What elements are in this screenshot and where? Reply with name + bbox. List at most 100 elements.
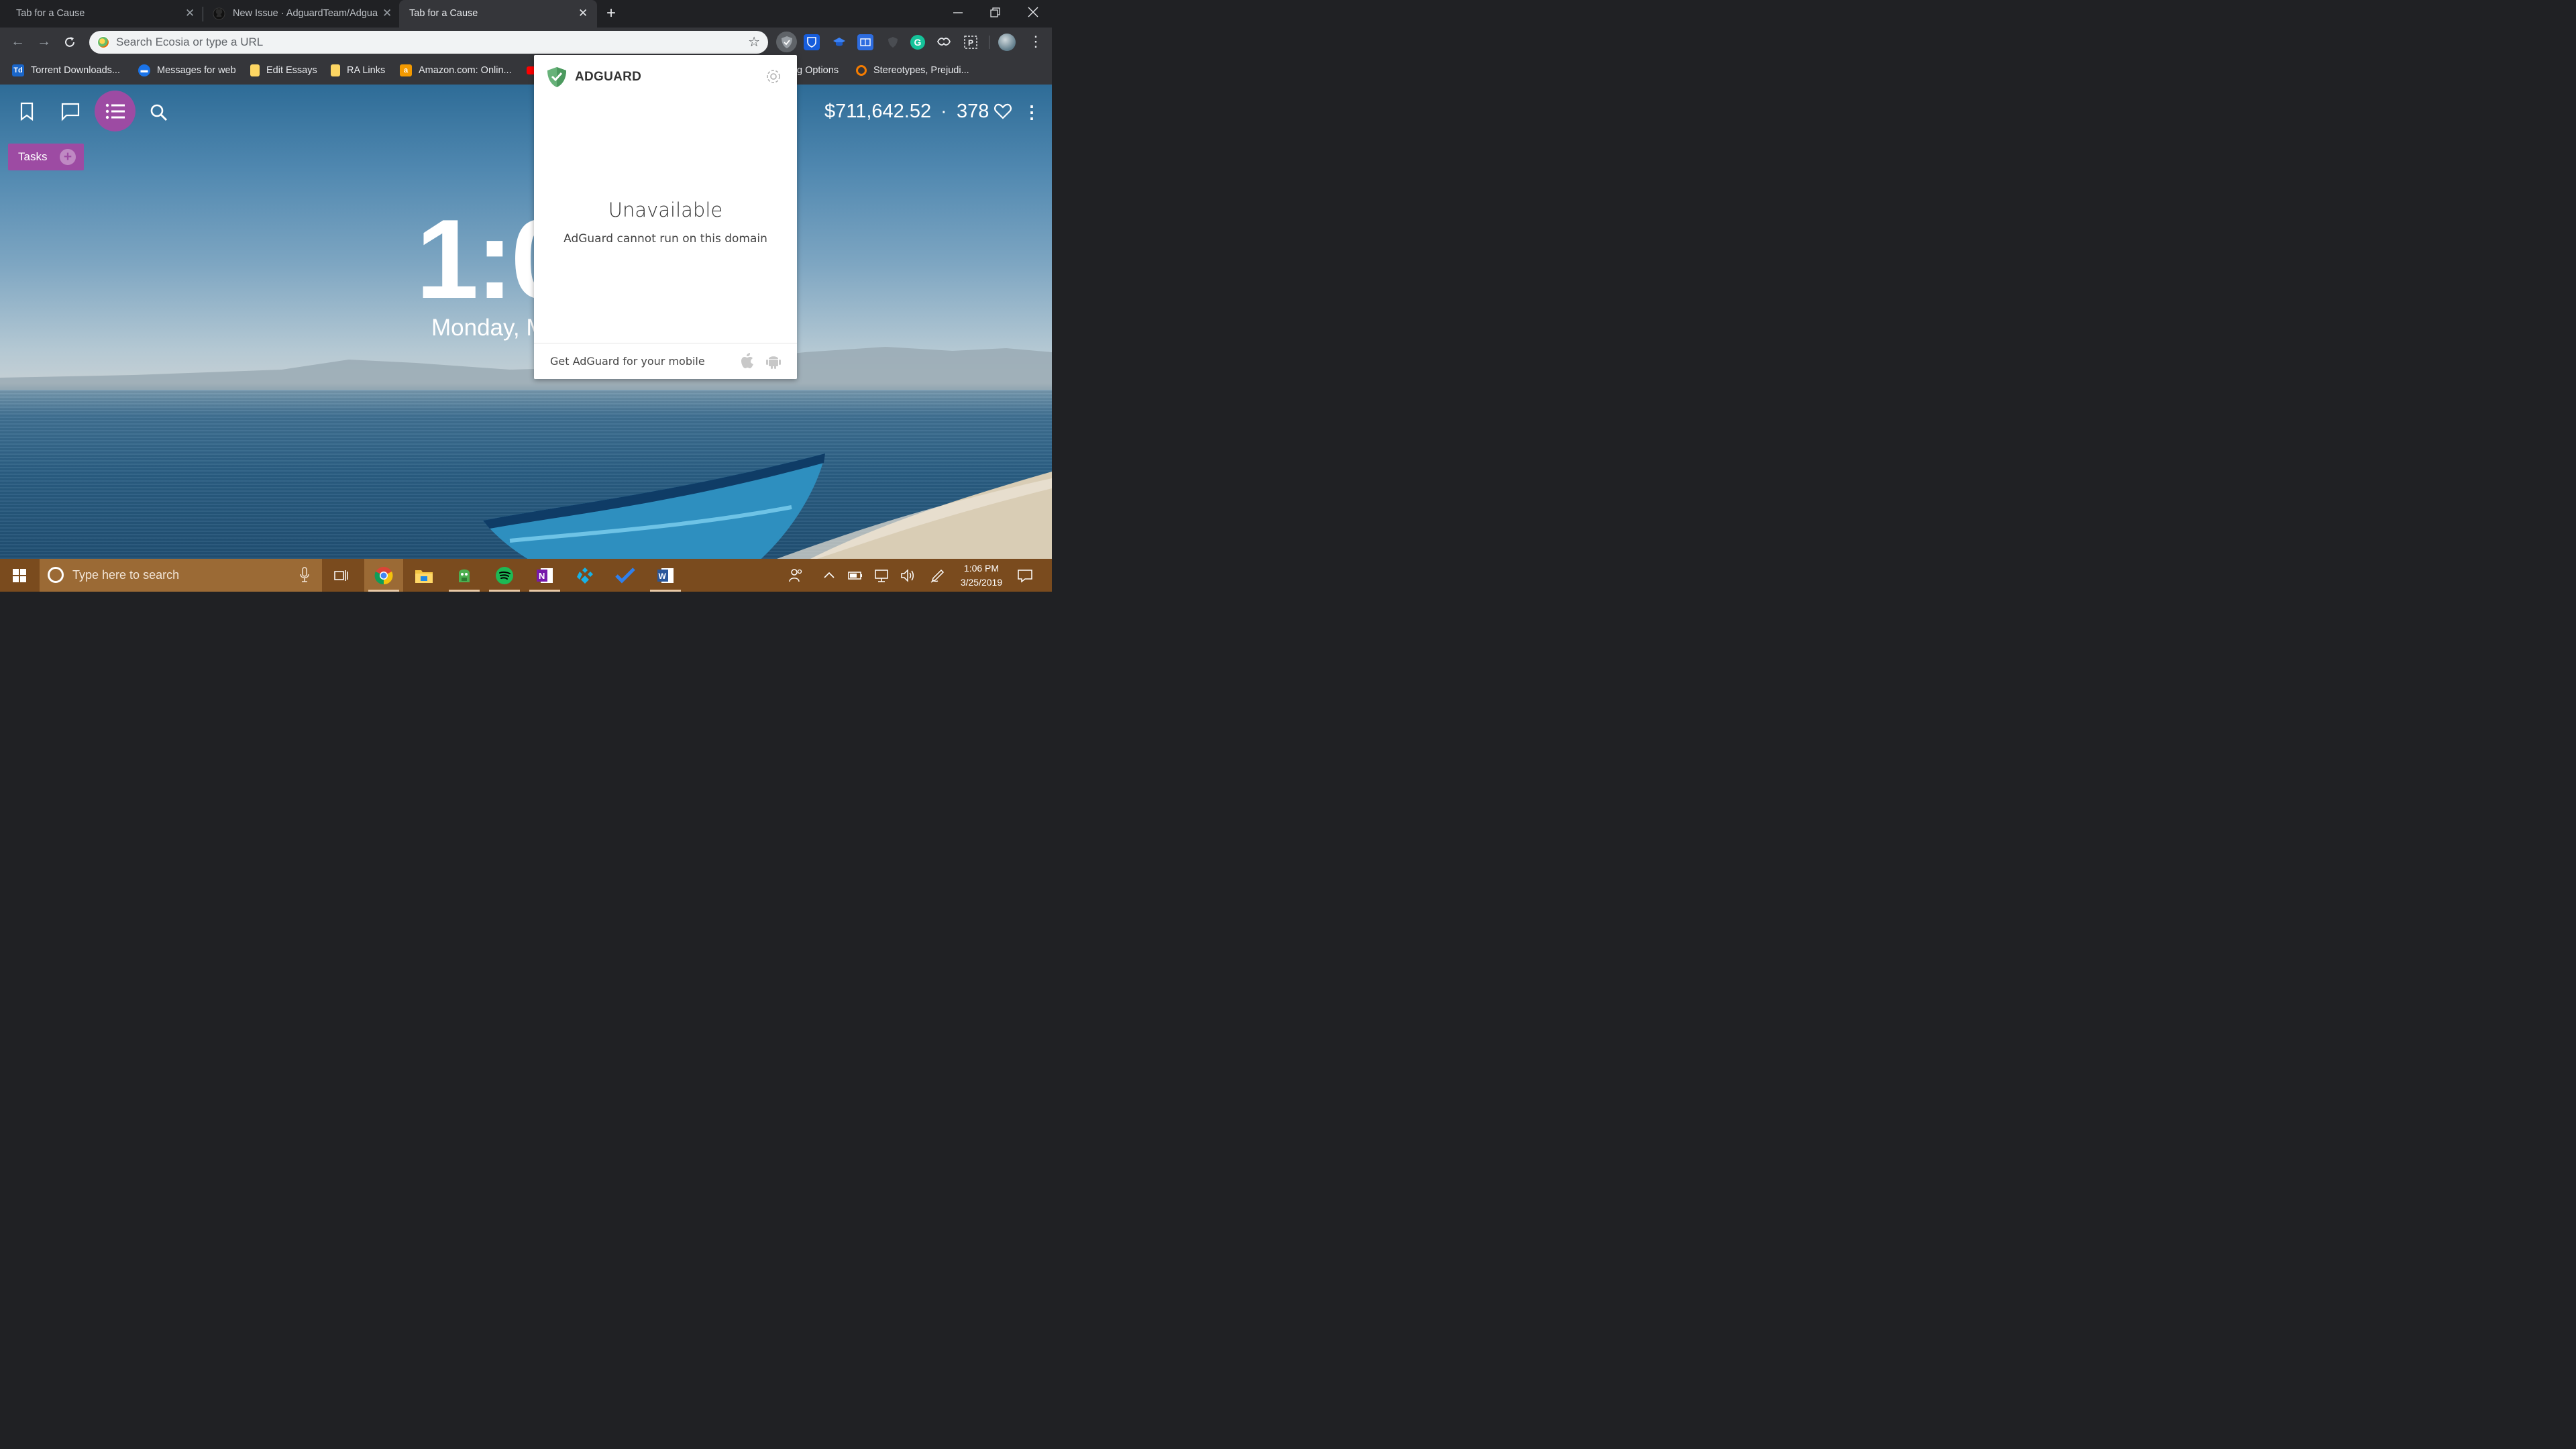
tab-3-active[interactable]: Tab for a Cause ✕ [399, 0, 597, 28]
apple-icon[interactable] [739, 352, 755, 370]
windows-taskbar: Type here to search N W 1:06 PM 3/25/201… [0, 559, 1052, 592]
new-tab-page: Tasks + $711,642.52 · 378 ⋮ 1:0 Monday, … [0, 85, 1052, 559]
tab-2[interactable]: New Issue · AdguardTeam/Adgua ✕ [205, 0, 399, 28]
clock-time: 1:06 PM [963, 563, 1000, 574]
people-icon[interactable] [788, 568, 804, 584]
grammarly-icon[interactable]: G [910, 35, 925, 50]
pen-icon[interactable] [930, 568, 946, 584]
bookmarks-bar: Td Torrent Downloads... ▬ Messages for w… [0, 57, 1052, 85]
start-button[interactable] [0, 559, 39, 592]
bitwarden-icon[interactable] [804, 34, 820, 50]
bookmark-messages-for-web[interactable]: ▬ Messages for web [138, 63, 236, 78]
chrome-menu-icon[interactable]: ⋮ [1028, 33, 1043, 50]
parking-icon[interactable]: P [962, 34, 979, 51]
handshake-icon[interactable] [935, 34, 953, 51]
microphone-icon[interactable] [300, 567, 309, 583]
forward-button[interactable]: → [37, 34, 51, 50]
close-icon[interactable]: ✕ [185, 7, 195, 20]
bookmark-ra-links[interactable]: RA Links [331, 63, 385, 78]
new-tab-button[interactable]: + [606, 5, 616, 21]
money-raised[interactable]: $711,642.52 [824, 101, 931, 123]
close-icon[interactable]: ✕ [382, 7, 392, 20]
gear-icon[interactable] [764, 67, 783, 86]
hearts-value: 378 [957, 101, 989, 122]
bookmark-torrent-downloads[interactable]: Td Torrent Downloads... [12, 63, 120, 78]
bookmark-icon[interactable] [16, 101, 38, 122]
adguard-logo-icon [547, 67, 566, 87]
tab-strip: Tab for a Cause ✕ New Issue · AdguardTea… [0, 0, 1052, 28]
status-title: Unavailable [608, 199, 723, 221]
word-icon[interactable]: W [646, 559, 685, 592]
chat-icon[interactable] [60, 101, 81, 122]
adguard-brand: ADGUARD [575, 70, 642, 84]
minimize-button[interactable] [953, 7, 963, 18]
chevron-up-icon[interactable] [821, 568, 837, 584]
close-window-button[interactable] [1028, 7, 1038, 17]
heart-icon [994, 103, 1012, 119]
tab-title: Tab for a Cause [409, 8, 478, 19]
reader-icon[interactable] [857, 34, 873, 50]
status-message: AdGuard cannot run on this domain [564, 232, 767, 246]
tab-1[interactable]: Tab for a Cause ✕ [0, 0, 201, 28]
bookmark-amazon[interactable]: a Amazon.com: Onlin... [400, 63, 512, 78]
close-icon[interactable]: ✕ [578, 7, 588, 20]
bookmark-options[interactable]: g Options [797, 63, 839, 78]
bookmark-edit-essays[interactable]: Edit Essays [250, 63, 317, 78]
graduation-cap-icon[interactable] [830, 34, 848, 51]
torrent-downloads-icon: Td [12, 64, 24, 76]
onenote-icon[interactable]: N [525, 559, 564, 592]
list-icon [105, 103, 125, 119]
adguard-icon[interactable] [776, 32, 797, 52]
address-input[interactable] [116, 34, 720, 51]
svg-text:N: N [539, 571, 545, 581]
tasks-widget-button[interactable]: Tasks + [8, 144, 84, 170]
adguard-popup: ADGUARD Unavailable AdGuard cannot run o… [534, 55, 797, 379]
android-icon[interactable] [766, 352, 781, 370]
reload-button[interactable] [63, 36, 76, 49]
windows-logo-icon [13, 568, 26, 582]
boat-image [483, 453, 825, 559]
bookmark-label: g Options [797, 65, 839, 76]
network-icon[interactable] [873, 568, 890, 584]
action-center-icon[interactable] [1017, 568, 1033, 584]
search-icon[interactable] [148, 102, 170, 123]
page-menu-icon[interactable]: ⋮ [1023, 102, 1040, 123]
bookmark-label: Amazon.com: Onlin... [419, 65, 512, 76]
restore-button[interactable] [990, 7, 1001, 18]
bookmark-label: Messages for web [157, 65, 236, 76]
spotify-icon[interactable] [485, 559, 524, 592]
shield-icon[interactable] [884, 34, 902, 51]
vpn-icon[interactable] [445, 559, 484, 592]
volume-icon[interactable] [900, 568, 916, 584]
back-button[interactable]: ← [11, 34, 25, 50]
omnibox[interactable]: ☆ [89, 31, 768, 54]
bookmark-label: Edit Essays [266, 65, 317, 76]
tab-title: New Issue · AdguardTeam/Adgua [233, 8, 378, 19]
folder-icon [250, 64, 260, 76]
ecosia-icon [97, 36, 109, 48]
tasks-menu-button[interactable] [95, 91, 136, 131]
kodi-icon[interactable] [566, 559, 604, 592]
bookmark-stereotypes[interactable]: Stereotypes, Prejudi... [856, 63, 969, 78]
clock-date: 3/25/2019 [960, 577, 1003, 588]
cortana-icon[interactable] [48, 567, 64, 583]
svg-text:P: P [968, 38, 973, 48]
add-task-icon[interactable]: + [60, 149, 76, 165]
bookmark-star-icon[interactable]: ☆ [748, 34, 760, 50]
taskbar-search[interactable]: Type here to search [40, 559, 322, 592]
system-clock[interactable]: 1:06 PM 3/25/2019 [956, 561, 1007, 590]
hearts-count[interactable]: 378 [957, 101, 1012, 123]
bookmark-label: Stereotypes, Prejudi... [873, 65, 969, 76]
svg-text:W: W [659, 572, 667, 581]
task-view-icon[interactable] [322, 559, 361, 592]
chrome-icon[interactable] [364, 559, 403, 592]
battery-icon[interactable] [847, 568, 863, 584]
messages-icon: ▬ [138, 64, 150, 76]
tasks-label: Tasks [18, 150, 48, 163]
mobile-cta[interactable]: Get AdGuard for your mobile [550, 355, 705, 368]
search-placeholder: Type here to search [72, 568, 180, 582]
file-explorer-icon[interactable] [405, 559, 443, 592]
browser-toolbar: ← → ☆ G P ⋮ [0, 28, 1052, 57]
todo-icon[interactable] [606, 559, 645, 592]
profile-avatar[interactable] [998, 34, 1016, 51]
